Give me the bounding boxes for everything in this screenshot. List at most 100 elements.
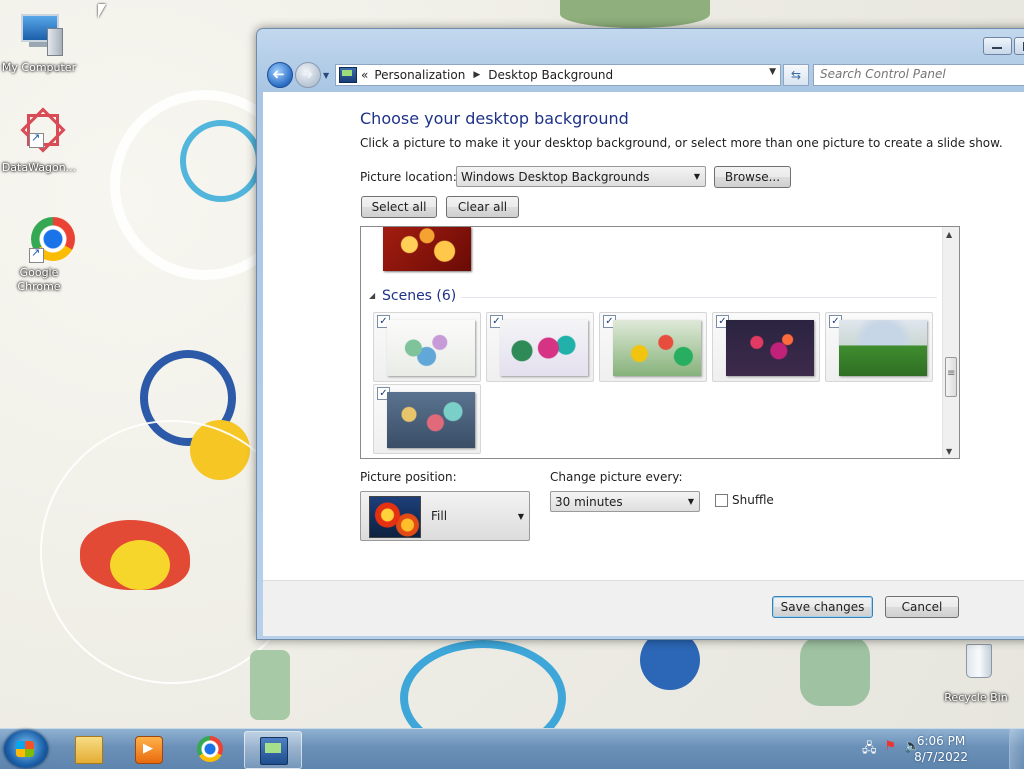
folder-icon	[75, 736, 103, 764]
group-divider	[461, 297, 937, 298]
start-button[interactable]	[4, 730, 48, 768]
control-panel-icon	[260, 737, 288, 765]
wallpaper-thumbnail	[387, 320, 475, 376]
chevron-down-icon: ▼	[517, 512, 524, 521]
gallery-scrollbar[interactable]: ▲ ▼	[942, 227, 959, 458]
computer-icon	[15, 10, 63, 58]
scroll-thumb[interactable]	[945, 357, 957, 397]
clock-date: 8/7/2022	[914, 750, 968, 764]
system-clock[interactable]: 6:06 PM 8/7/2022	[914, 733, 968, 765]
network-icon[interactable]: 🖧	[862, 739, 877, 761]
breadcrumb-separator-icon[interactable]: ▶	[473, 70, 480, 80]
clear-all-button[interactable]: Clear all	[446, 196, 519, 218]
button-footer: Save changes Cancel	[263, 580, 1024, 636]
wallpaper-thumbnail[interactable]	[383, 227, 471, 271]
media-player-icon	[135, 736, 163, 764]
wallpaper-swirl	[560, 0, 710, 28]
shuffle-checkbox[interactable]	[715, 493, 728, 507]
picture-gallery[interactable]: ◢ Scenes (6) ✓ ✓ ✓ ✓ ✓ ✓ ▲ ≡ ▼	[360, 226, 960, 459]
breadcrumb-desktop-background[interactable]: Desktop Background	[488, 68, 613, 82]
control-panel-icon	[339, 67, 357, 83]
desktop-icon-recycle-bin[interactable]: Recycle Bin	[936, 640, 1016, 705]
back-button[interactable]	[267, 62, 293, 88]
wallpaper-thumbnail	[726, 320, 814, 376]
search-box[interactable]	[813, 64, 1024, 86]
datawagon-icon	[15, 107, 66, 158]
wallpaper-thumbnail	[387, 392, 475, 448]
position-preview-image	[369, 496, 421, 538]
wallpaper-tile[interactable]: ✓	[486, 312, 594, 382]
notification-area: 🖧 ⚑ 🔈	[862, 739, 920, 761]
change-picture-label: Change picture every:	[550, 470, 683, 484]
taskbar-media-player[interactable]	[120, 731, 176, 767]
shortcut-arrow-icon	[29, 131, 44, 148]
picture-location-label: Picture location:	[360, 170, 457, 184]
collapse-triangle-icon[interactable]: ◢	[369, 291, 375, 300]
group-header-scenes[interactable]: ◢ Scenes (6)	[369, 288, 937, 307]
wallpaper-tile[interactable]: ✓	[373, 384, 481, 454]
minimize-button[interactable]	[983, 37, 1012, 55]
group-label: Scenes (6)	[382, 288, 457, 304]
taskbar-control-panel[interactable]	[244, 731, 302, 769]
taskbar-windows-explorer[interactable]	[60, 731, 116, 767]
cancel-button[interactable]: Cancel	[885, 596, 959, 618]
maximize-button[interactable]	[1014, 37, 1024, 55]
desktop-icon-label: DataWagon...	[1, 161, 77, 174]
refresh-button[interactable]: ⇆	[783, 64, 809, 86]
recent-pages-dropdown-icon[interactable]: ▼	[323, 71, 329, 80]
wallpaper-tile[interactable]: ✓	[373, 312, 481, 382]
wallpaper-swirl	[250, 650, 290, 720]
show-desktop-button[interactable]	[1009, 729, 1024, 769]
taskbar: 🖧 ⚑ 🔈 6:06 PM 8/7/2022	[0, 728, 1024, 769]
wallpaper-swirl	[180, 120, 262, 202]
shortcut-arrow-icon	[29, 246, 44, 263]
recycle-bin-icon	[952, 640, 1000, 688]
desktop-icon-datawagon[interactable]: DataWagon...	[0, 107, 78, 175]
forward-button[interactable]	[295, 62, 321, 88]
navigation-bar: ▼ « Personalization ▶ Desktop Background…	[265, 61, 1024, 89]
wallpaper-tile[interactable]: ✓	[825, 312, 933, 382]
picture-location-dropdown[interactable]: Windows Desktop Backgrounds ▼	[456, 166, 706, 187]
address-bar[interactable]: « Personalization ▶ Desktop Background ▼	[335, 64, 781, 86]
shuffle-label: Shuffle	[732, 493, 774, 507]
action-center-flag-icon[interactable]: ⚑	[885, 739, 897, 761]
desktop-icon-google-chrome[interactable]: Google Chrome	[0, 215, 78, 294]
scroll-down-arrow-icon[interactable]: ▼	[946, 447, 952, 456]
picture-position-value: Fill	[431, 509, 448, 523]
change-picture-value: 30 minutes	[555, 495, 623, 509]
taskbar-google-chrome[interactable]	[182, 731, 238, 767]
scroll-up-arrow-icon[interactable]: ▲	[946, 230, 952, 239]
address-dropdown-icon[interactable]: ▼	[769, 67, 776, 77]
save-changes-button[interactable]: Save changes	[772, 596, 873, 618]
window-controls	[981, 37, 1024, 55]
clock-time: 6:06 PM	[916, 734, 966, 748]
wallpaper-swirl	[800, 636, 870, 706]
page-description: Click a picture to make it your desktop …	[360, 136, 1003, 150]
desktop-icon-my-computer[interactable]: My Computer	[0, 10, 78, 75]
breadcrumb-personalization[interactable]: Personalization	[374, 68, 465, 82]
mouse-cursor-icon	[98, 4, 106, 18]
search-input[interactable]	[814, 65, 1024, 83]
chevron-down-icon: ▼	[693, 172, 700, 181]
picture-location-value: Windows Desktop Backgrounds	[461, 170, 650, 184]
shuffle-option[interactable]: Shuffle	[715, 493, 774, 507]
desktop-icon-label: Recycle Bin	[944, 691, 1008, 704]
wallpaper-tile[interactable]: ✓	[712, 312, 820, 382]
picture-position-dropdown[interactable]: Fill ▼	[360, 491, 530, 541]
browse-button[interactable]: Browse...	[714, 166, 791, 188]
chevron-down-icon: ▼	[687, 497, 694, 506]
page-title: Choose your desktop background	[360, 109, 629, 128]
picture-position-label: Picture position:	[360, 470, 457, 484]
select-all-button[interactable]: Select all	[361, 196, 437, 218]
desktop-icon-label: Google Chrome	[17, 266, 61, 293]
wallpaper-thumbnail	[839, 320, 927, 376]
wallpaper-tile[interactable]: ✓	[599, 312, 707, 382]
chevron-double-left-icon[interactable]: «	[361, 68, 368, 82]
change-picture-interval-dropdown[interactable]: 30 minutes ▼	[550, 491, 700, 512]
desktop-icon-label: My Computer	[1, 61, 77, 74]
content-pane: Choose your desktop background Click a p…	[263, 92, 1024, 580]
wallpaper-thumbnail	[500, 320, 588, 376]
chrome-icon	[15, 215, 75, 263]
wallpaper-thumbnail	[613, 320, 701, 376]
chrome-icon	[197, 736, 223, 762]
